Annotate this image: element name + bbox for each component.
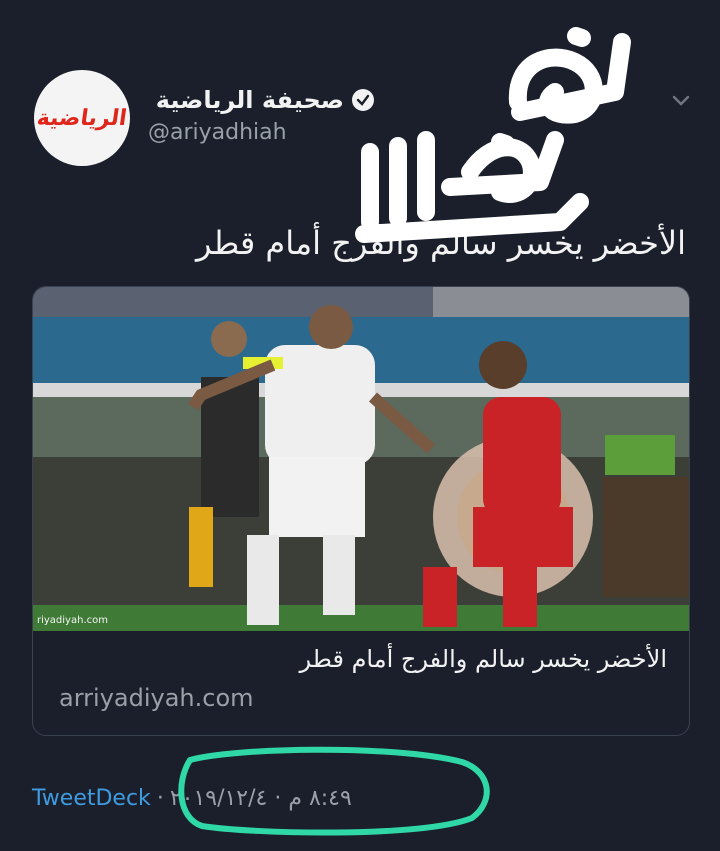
card-domain[interactable]: arriyadiyah.com <box>59 684 254 712</box>
account-handle[interactable]: @ariyadhiah <box>148 120 287 145</box>
card-image[interactable]: riyadiyah.com <box>33 287 689 631</box>
card-title[interactable]: الأخضر يخسر سالم والفرج أمام قطر <box>300 645 667 673</box>
account-name-row[interactable]: صحيفة الرياضية <box>156 86 374 114</box>
source-link[interactable]: TweetDeck <box>32 786 151 811</box>
chevron-down-icon[interactable] <box>669 88 693 112</box>
link-card[interactable]: riyadiyah.com الأخضر يخسر سالم والفرج أم… <box>32 286 690 736</box>
highlight-ellipse <box>172 742 496 838</box>
avatar-logo-text: الرياضية <box>35 105 129 131</box>
display-name[interactable]: صحيفة الرياضية <box>156 86 344 114</box>
profile-avatar[interactable]: الرياضية <box>34 70 130 166</box>
meta-separator: · <box>156 786 164 811</box>
image-watermark: riyadiyah.com <box>37 615 108 626</box>
handwritten-overlay-word <box>350 22 650 262</box>
